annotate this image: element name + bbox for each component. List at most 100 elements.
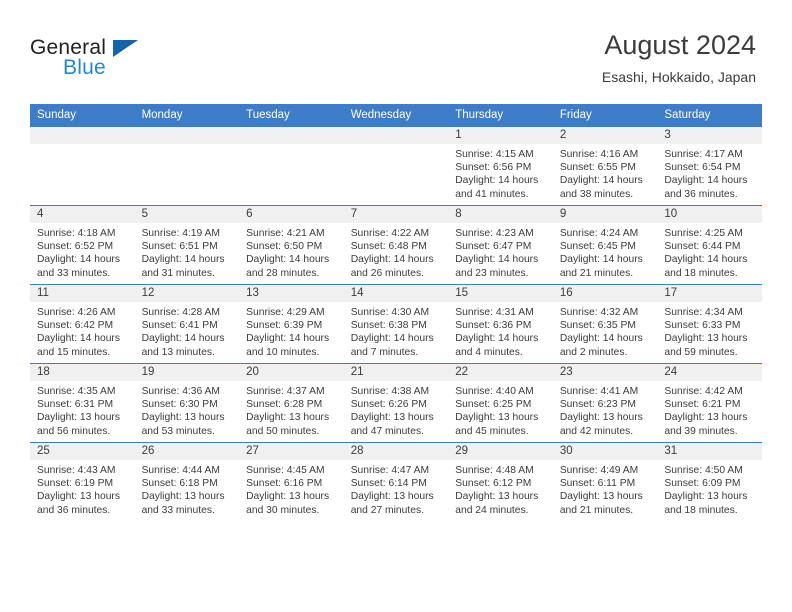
calendar-day-cell[interactable]: 24 Sunrise: 4:42 AM Sunset: 6:21 PM Dayligh… [657, 363, 762, 443]
calendar-day-cell[interactable]: 18 Sunrise: 4:35 AM Sunset: 6:31 PM Dayligh… [30, 363, 135, 443]
day-details: Sunrise: 4:32 AM Sunset: 6:35 PM Daylight:… [553, 302, 658, 359]
calendar-day-cell[interactable]: 19 Sunrise: 4:36 AM Sunset: 6:30 PM Dayligh… [134, 363, 240, 443]
calendar-cell-empty [30, 126, 135, 206]
sunrise-text: Sunrise: 4:50 AM [664, 465, 743, 476]
calendar-day-cell[interactable]: 4 Sunrise: 4:18 AM Sunset: 6:52 PM Daylight… [30, 205, 135, 285]
day-details: Sunrise: 4:15 AM Sunset: 6:56 PM Daylight:… [448, 144, 553, 201]
sunrise-text: Sunrise: 4:41 AM [559, 386, 639, 397]
calendar-day-cell[interactable]: 21 Sunrise: 4:38 AM Sunset: 6:26 PM Dayligh… [343, 363, 449, 443]
sunset-text: Sunset: 6:35 PM [559, 320, 636, 332]
sunrise-text: Sunrise: 4:21 AM [246, 228, 325, 239]
daylight-text: Daylight: 13 hours and 39 minutes. [664, 412, 748, 437]
day-details: Sunrise: 4:28 AM Sunset: 6:41 PM Daylight:… [135, 302, 240, 359]
sunset-text: Sunset: 6:56 PM [455, 162, 532, 174]
daylight-text: Daylight: 13 hours and 24 minutes. [455, 491, 539, 516]
day-number [239, 127, 344, 144]
calendar-day-cell[interactable]: 5 Sunrise: 4:19 AM Sunset: 6:51 PM Daylight… [134, 205, 240, 285]
sunrise-text: Sunrise: 4:37 AM [246, 386, 325, 397]
calendar-day-cell[interactable]: 27 Sunrise: 4:45 AM Sunset: 6:16 PM Dayligh… [239, 442, 344, 521]
calendar-day-cell[interactable]: 1 Sunrise: 4:15 AM Sunset: 6:56 PM Daylight… [448, 126, 553, 206]
sunset-text: Sunset: 6:31 PM [37, 399, 114, 411]
calendar-day-cell[interactable]: 11 Sunrise: 4:26 AM Sunset: 6:42 PM Dayligh… [30, 284, 135, 364]
calendar-day-cell[interactable]: 6 Sunrise: 4:21 AM Sunset: 6:50 PM Daylight… [239, 205, 344, 285]
day-number: 12 [134, 285, 240, 302]
calendar-day-cell[interactable]: 23 Sunrise: 4:41 AM Sunset: 6:23 PM Dayligh… [552, 363, 658, 443]
sunrise-text: Sunrise: 4:23 AM [455, 228, 534, 239]
calendar-day-cell[interactable]: 30 Sunrise: 4:49 AM Sunset: 6:11 PM Dayligh… [552, 442, 658, 521]
sunset-text: Sunset: 6:23 PM [559, 399, 636, 411]
calendar-day-cell[interactable]: 7 Sunrise: 4:22 AM Sunset: 6:48 PM Daylight… [343, 205, 449, 285]
sunset-text: Sunset: 6:12 PM [455, 478, 532, 490]
general-blue-logo[interactable]: General Blue [30, 36, 190, 86]
sunset-text: Sunset: 6:33 PM [664, 320, 741, 332]
day-number: 29 [448, 443, 553, 460]
calendar-cell-empty [134, 126, 240, 206]
calendar-day-cell[interactable]: 8 Sunrise: 4:23 AM Sunset: 6:47 PM Daylight… [448, 205, 553, 285]
calendar-grid: Sunday Monday Tuesday Wednesday Thursday… [30, 104, 762, 521]
calendar-day-cell[interactable]: 15 Sunrise: 4:31 AM Sunset: 6:36 PM Dayligh… [448, 284, 553, 364]
daylight-text: Daylight: 14 hours and 23 minutes. [455, 254, 539, 279]
day-details: Sunrise: 4:30 AM Sunset: 6:38 PM Daylight:… [344, 302, 449, 359]
day-number: 10 [657, 206, 762, 223]
sunset-text: Sunset: 6:55 PM [559, 162, 636, 174]
day-details: Sunrise: 4:31 AM Sunset: 6:36 PM Daylight:… [448, 302, 553, 359]
sunset-text: Sunset: 6:50 PM [246, 241, 323, 253]
day-number: 30 [552, 443, 658, 460]
daylight-text: Daylight: 14 hours and 4 minutes. [455, 333, 539, 358]
calendar-day-cell[interactable]: 20 Sunrise: 4:37 AM Sunset: 6:28 PM Dayligh… [239, 363, 344, 443]
calendar-day-cell[interactable]: 14 Sunrise: 4:30 AM Sunset: 6:38 PM Dayligh… [343, 284, 449, 364]
calendar-day-cell[interactable]: 29 Sunrise: 4:48 AM Sunset: 6:12 PM Dayligh… [448, 442, 553, 521]
day-number: 4 [30, 206, 135, 223]
page-subtitle: Esashi, Hokkaido, Japan [601, 69, 756, 85]
calendar-day-cell[interactable]: 25 Sunrise: 4:43 AM Sunset: 6:19 PM Dayligh… [30, 442, 135, 521]
sunset-text: Sunset: 6:11 PM [559, 478, 636, 490]
calendar-day-cell[interactable]: 26 Sunrise: 4:44 AM Sunset: 6:18 PM Dayligh… [134, 442, 240, 521]
calendar-week-row: 11 Sunrise: 4:26 AM Sunset: 6:42 PM Dayligh… [30, 284, 762, 364]
weekday-header-monday: Monday [134, 104, 240, 127]
daylight-text: Daylight: 14 hours and 21 minutes. [559, 254, 643, 279]
day-details: Sunrise: 4:44 AM Sunset: 6:18 PM Daylight:… [135, 460, 240, 517]
sunset-text: Sunset: 6:42 PM [37, 320, 114, 332]
sunrise-text: Sunrise: 4:47 AM [350, 465, 430, 476]
sunrise-text: Sunrise: 4:43 AM [37, 465, 116, 476]
calendar-day-cell[interactable]: 2 Sunrise: 4:16 AM Sunset: 6:55 PM Daylight… [552, 126, 658, 206]
day-details: Sunrise: 4:50 AM Sunset: 6:09 PM Daylight:… [657, 460, 762, 517]
day-number: 25 [30, 443, 135, 460]
day-details: Sunrise: 4:16 AM Sunset: 6:55 PM Daylight:… [553, 144, 658, 201]
day-number: 5 [134, 206, 240, 223]
sunrise-text: Sunrise: 4:49 AM [559, 465, 639, 476]
daylight-text: Daylight: 14 hours and 41 minutes. [455, 175, 539, 200]
day-details: Sunrise: 4:22 AM Sunset: 6:48 PM Daylight:… [344, 223, 449, 280]
day-number: 8 [448, 206, 553, 223]
calendar-day-cell[interactable]: 9 Sunrise: 4:24 AM Sunset: 6:45 PM Daylight… [552, 205, 658, 285]
sunset-text: Sunset: 6:38 PM [350, 320, 427, 332]
calendar-day-cell[interactable]: 28 Sunrise: 4:47 AM Sunset: 6:14 PM Dayligh… [343, 442, 449, 521]
sunset-text: Sunset: 6:14 PM [350, 478, 427, 490]
day-details: Sunrise: 4:25 AM Sunset: 6:44 PM Daylight:… [657, 223, 762, 280]
calendar-day-cell[interactable]: 31 Sunrise: 4:50 AM Sunset: 6:09 PM Dayligh… [657, 442, 762, 521]
daylight-text: Daylight: 14 hours and 28 minutes. [246, 254, 330, 279]
page-title: August 2024 [604, 30, 756, 60]
sunrise-text: Sunrise: 4:38 AM [350, 386, 430, 397]
logo-text-blue: Blue [63, 56, 106, 79]
day-details: Sunrise: 4:19 AM Sunset: 6:51 PM Daylight:… [135, 223, 240, 280]
day-number: 21 [343, 364, 449, 381]
day-number: 31 [657, 443, 762, 460]
calendar-week-row: 4 Sunrise: 4:18 AM Sunset: 6:52 PM Daylight… [30, 205, 762, 285]
sunset-text: Sunset: 6:25 PM [455, 399, 532, 411]
day-details: Sunrise: 4:38 AM Sunset: 6:26 PM Daylight:… [344, 381, 449, 438]
calendar-day-cell[interactable]: 22 Sunrise: 4:40 AM Sunset: 6:25 PM Dayligh… [448, 363, 553, 443]
sunset-text: Sunset: 6:52 PM [37, 241, 114, 253]
sunrise-text: Sunrise: 4:48 AM [455, 465, 534, 476]
calendar-day-cell[interactable]: 17 Sunrise: 4:34 AM Sunset: 6:33 PM Dayligh… [657, 284, 762, 364]
calendar-body: 1 Sunrise: 4:15 AM Sunset: 6:56 PM Daylight… [30, 126, 762, 521]
calendar-day-cell[interactable]: 3 Sunrise: 4:17 AM Sunset: 6:54 PM Daylight… [657, 126, 762, 206]
day-details: Sunrise: 4:41 AM Sunset: 6:23 PM Daylight:… [553, 381, 658, 438]
calendar-day-cell[interactable]: 16 Sunrise: 4:32 AM Sunset: 6:35 PM Dayligh… [552, 284, 658, 364]
calendar-day-cell[interactable]: 10 Sunrise: 4:25 AM Sunset: 6:44 PM Dayligh… [657, 205, 762, 285]
day-details: Sunrise: 4:36 AM Sunset: 6:30 PM Daylight:… [135, 381, 240, 438]
daylight-text: Daylight: 14 hours and 13 minutes. [141, 333, 225, 358]
sunrise-text: Sunrise: 4:36 AM [141, 386, 220, 397]
calendar-day-cell[interactable]: 12 Sunrise: 4:28 AM Sunset: 6:41 PM Dayligh… [134, 284, 240, 364]
calendar-day-cell[interactable]: 13 Sunrise: 4:29 AM Sunset: 6:39 PM Dayligh… [239, 284, 344, 364]
